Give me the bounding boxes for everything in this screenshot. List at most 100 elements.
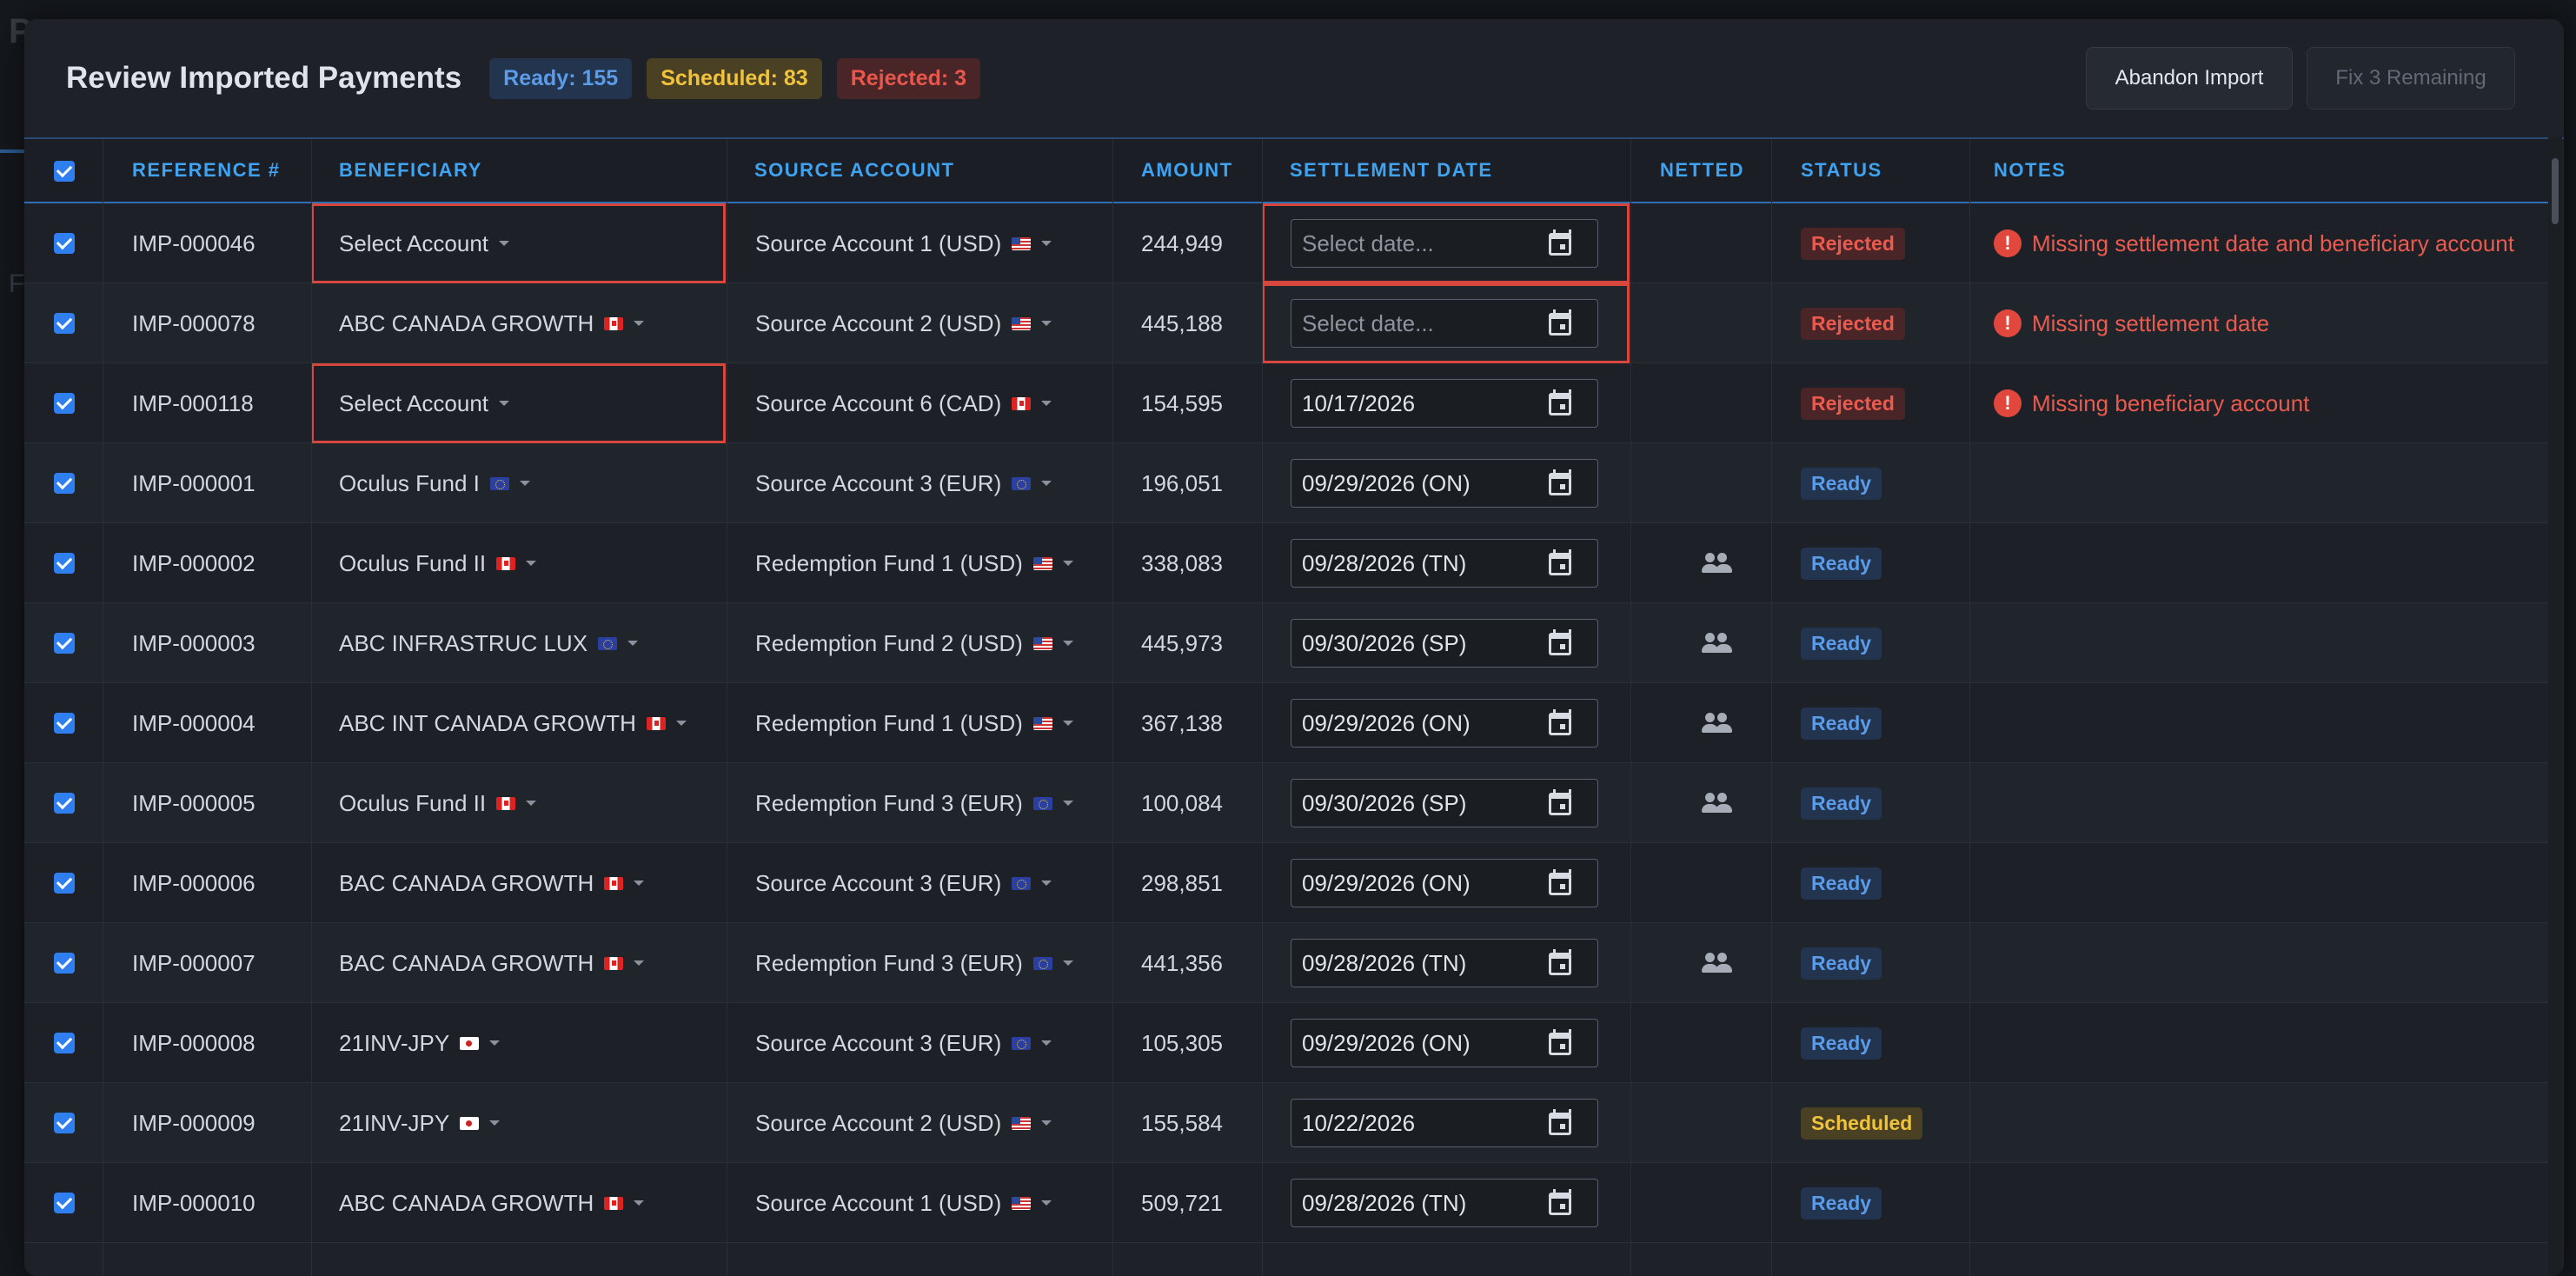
source-account-select[interactable]: Source Account 1 (USD) — [755, 203, 1052, 283]
beneficiary-error-outline — [311, 203, 726, 283]
beneficiary-select[interactable]: Oculus Fund II — [339, 523, 537, 603]
column-header-reference[interactable]: REFERENCE # — [132, 159, 281, 182]
beneficiary-select[interactable]: BAC CANADA GROWTH — [339, 843, 645, 923]
settlement-date-input[interactable]: 09/30/2026 (SP) — [1291, 619, 1598, 668]
column-divider — [1262, 139, 1263, 1276]
calendar-icon[interactable] — [1549, 949, 1571, 975]
row-select-checkbox[interactable] — [54, 313, 75, 334]
column-header-settlement-date[interactable]: SETTLEMENT DATE — [1290, 159, 1493, 182]
column-header-source-account[interactable]: SOURCE ACCOUNT — [754, 159, 954, 182]
calendar-icon[interactable] — [1549, 1189, 1571, 1215]
source-account-select[interactable]: Redemption Fund 2 (USD) — [755, 603, 1073, 683]
column-header-netted[interactable]: NETTED — [1660, 159, 1744, 182]
settlement-date-input[interactable]: 09/29/2026 (ON) — [1291, 859, 1598, 907]
table-row: IMP-000046 Select Account Source Account 1… — [24, 203, 2548, 283]
column-header-amount[interactable]: AMOUNT — [1141, 159, 1233, 182]
settlement-date-input[interactable]: 09/29/2026 (ON) — [1291, 1019, 1598, 1067]
row-select-checkbox[interactable] — [54, 873, 75, 894]
table-row: IMP-000009 21INV-JPY Source Account 2 (USD… — [24, 1083, 2548, 1163]
column-divider — [1969, 139, 1970, 1276]
source-account-select[interactable]: Redemption Fund 3 (EUR) — [755, 923, 1073, 1003]
settlement-date-input[interactable]: 09/29/2026 (ON) — [1291, 459, 1598, 508]
calendar-icon[interactable] — [1549, 1029, 1571, 1055]
calendar-icon[interactable] — [1549, 869, 1571, 895]
source-account-select[interactable]: Source Account 6 (CAD) — [755, 363, 1052, 443]
settlement-date-value: 09/29/2026 (ON) — [1302, 469, 1471, 496]
ca-flag-icon — [1012, 396, 1032, 410]
settlement-date-input[interactable]: 10/17/2026 — [1291, 379, 1598, 428]
settlement-date-input[interactable]: 09/28/2026 (TN) — [1291, 539, 1598, 588]
chevron-down-icon — [489, 1040, 501, 1046]
calendar-icon[interactable] — [1549, 709, 1571, 735]
settlement-date-input[interactable]: 09/30/2026 (SP) — [1291, 779, 1598, 827]
us-flag-icon — [1012, 1116, 1032, 1130]
table-scrollbar[interactable] — [2548, 137, 2562, 1276]
source-account-select[interactable]: Redemption Fund 3 (EUR) — [755, 763, 1073, 843]
column-header-notes[interactable]: NOTES — [1994, 159, 2066, 182]
abandon-import-button[interactable]: Abandon Import — [2086, 47, 2293, 110]
row-select-checkbox[interactable] — [54, 1193, 75, 1213]
settlement-date-value: 09/28/2026 (TN) — [1302, 949, 1467, 976]
source-account-select[interactable]: Source Account 2 (USD) — [755, 283, 1052, 363]
row-select-checkbox[interactable] — [54, 393, 75, 414]
row-select-checkbox[interactable] — [54, 633, 75, 654]
ca-flag-icon — [604, 956, 624, 970]
chevron-down-icon — [1062, 801, 1073, 806]
note-text: Missing settlement date and beneficiary … — [2032, 229, 2514, 256]
column-header-beneficiary[interactable]: BENEFICIARY — [339, 159, 482, 182]
us-flag-icon — [1032, 556, 1052, 570]
netted-people-icon — [1702, 553, 1733, 574]
row-select-checkbox[interactable] — [54, 953, 75, 974]
netted-people-icon — [1702, 793, 1733, 814]
ca-flag-icon — [496, 556, 516, 570]
row-select-checkbox[interactable] — [54, 1113, 75, 1133]
eu-flag-icon — [1012, 876, 1032, 890]
beneficiary-select[interactable]: 21INV-JPY — [339, 1083, 501, 1163]
status-badge: Ready — [1801, 1186, 1882, 1220]
jp-flag-icon — [460, 1116, 480, 1130]
source-account-select[interactable]: Source Account 3 (EUR) — [755, 843, 1052, 923]
row-select-checkbox[interactable] — [54, 1033, 75, 1053]
settlement-date-input[interactable]: 09/28/2026 (TN) — [1291, 1179, 1598, 1227]
amount-value: 100,084 — [1141, 789, 1223, 816]
fix-remaining-button[interactable]: Fix 3 Remaining — [2307, 47, 2515, 110]
settlement-date-input[interactable]: 10/22/2026 — [1291, 1099, 1598, 1147]
calendar-icon[interactable] — [1549, 629, 1571, 655]
calendar-icon[interactable] — [1549, 469, 1571, 495]
reference-number: IMP-000001 — [132, 469, 256, 496]
chevron-down-icon — [675, 721, 687, 726]
source-account-select[interactable]: Source Account 3 (EUR) — [755, 443, 1052, 523]
beneficiary-select[interactable]: ABC INT CANADA GROWTH — [339, 683, 687, 763]
beneficiary-select[interactable]: BAC CANADA GROWTH — [339, 923, 645, 1003]
status-badge: Ready — [1801, 787, 1882, 820]
settlement-date-input[interactable]: 09/28/2026 (TN) — [1291, 939, 1598, 987]
select-all-checkbox[interactable] — [54, 161, 75, 182]
beneficiary-value: 21INV-JPY — [339, 1029, 450, 1056]
beneficiary-select[interactable]: ABC CANADA GROWTH — [339, 283, 645, 363]
beneficiary-select[interactable]: Oculus Fund II — [339, 763, 537, 843]
reference-number: IMP-000002 — [132, 549, 256, 576]
row-select-checkbox[interactable] — [54, 473, 75, 494]
calendar-icon[interactable] — [1549, 1109, 1571, 1135]
source-account-select[interactable]: Source Account 2 (USD) — [755, 1083, 1052, 1163]
table-row: IMP-000078 ABC CANADA GROWTH Source Accoun… — [24, 283, 2548, 363]
source-account-select[interactable]: Source Account 3 (EUR) — [755, 1003, 1052, 1083]
scrollbar-thumb[interactable] — [2552, 158, 2559, 224]
source-account-select[interactable]: Redemption Fund 1 (USD) — [755, 683, 1073, 763]
source-account-select[interactable]: Source Account 1 (USD) — [755, 1163, 1052, 1243]
row-select-checkbox[interactable] — [54, 713, 75, 734]
column-header-status[interactable]: STATUS — [1801, 159, 1882, 182]
settlement-date-input[interactable]: 09/29/2026 (ON) — [1291, 699, 1598, 748]
calendar-icon[interactable] — [1549, 549, 1571, 575]
row-select-checkbox[interactable] — [54, 793, 75, 814]
beneficiary-select[interactable]: 21INV-JPY — [339, 1003, 501, 1083]
beneficiary-select[interactable]: ABC INFRASTRUC LUX — [339, 603, 639, 683]
source-account-select[interactable]: Redemption Fund 1 (USD) — [755, 523, 1073, 603]
beneficiary-select[interactable]: ABC CANADA GROWTH — [339, 1163, 645, 1243]
row-select-checkbox[interactable] — [54, 233, 75, 254]
settlement-date-value: 09/29/2026 (ON) — [1302, 709, 1471, 736]
beneficiary-select[interactable]: Oculus Fund I — [339, 443, 530, 523]
calendar-icon[interactable] — [1549, 789, 1571, 815]
calendar-icon[interactable] — [1549, 389, 1571, 415]
row-select-checkbox[interactable] — [54, 553, 75, 574]
